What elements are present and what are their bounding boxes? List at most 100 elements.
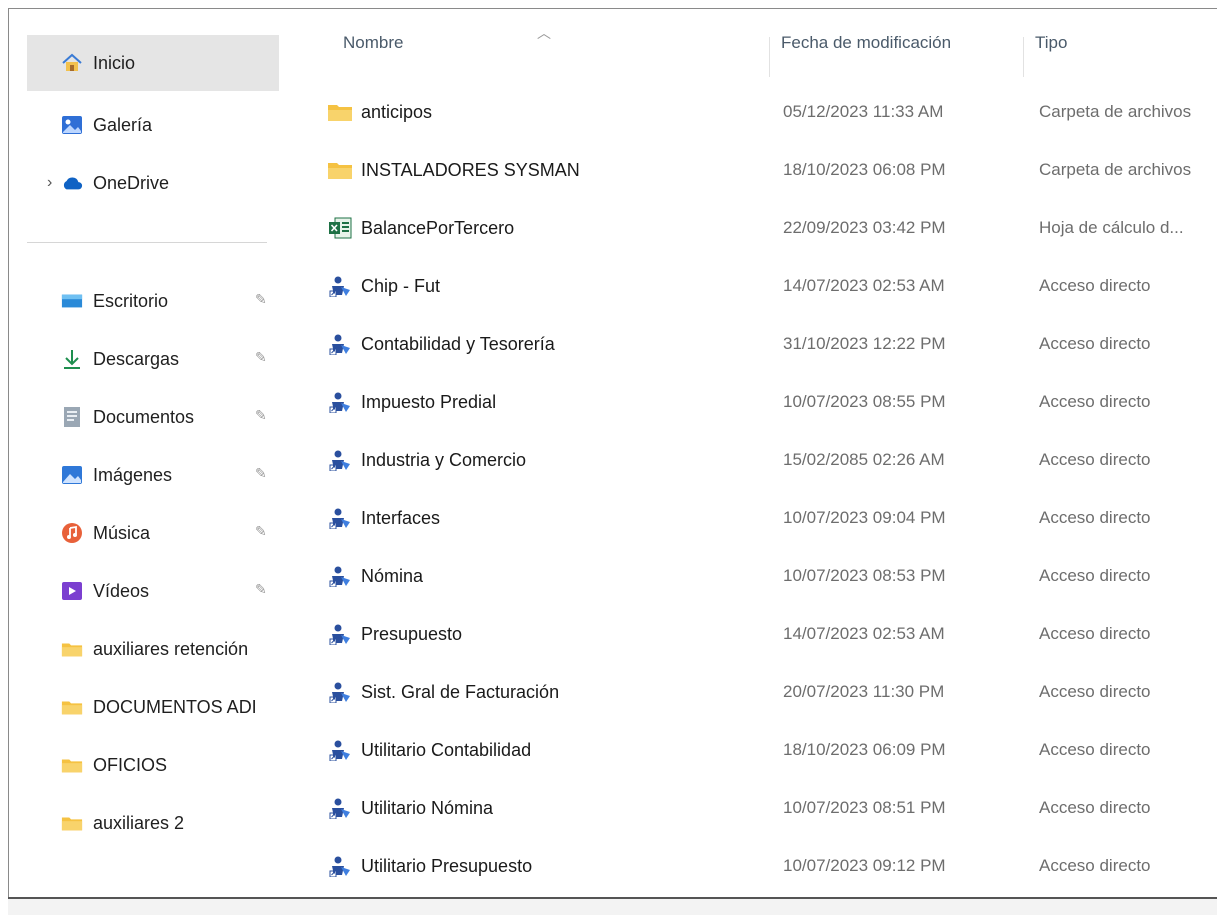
chevron-right-icon[interactable]: › [47,174,52,192]
file-date: 10/07/2023 09:04 PM [783,508,946,527]
file-row[interactable]: Utilitario Presupuesto 10/07/2023 09:12 P… [305,837,1217,895]
nav-item-label: OneDrive [93,172,170,193]
file-type: Carpeta de archivos [1039,102,1192,121]
file-row[interactable]: Utilitario Contabilidad 18/10/2023 06:09 … [305,721,1217,779]
home-icon [61,52,83,74]
nav-item-escritorio[interactable]: Escritorio ✎ [27,273,279,329]
shortcut-app-icon [327,333,353,355]
pin-icon[interactable]: ✎ [255,524,269,538]
file-name: Industria y Comercio [361,449,527,470]
folder-icon [327,101,353,123]
file-type: Acceso directo [1039,624,1151,643]
file-type: Acceso directo [1039,276,1151,295]
file-name-cell[interactable]: Chip - Fut [327,257,440,315]
file-name-cell[interactable]: anticipos [327,83,432,141]
file-name: INSTALADORES SYSMAN [361,159,580,180]
nav-item-label: DOCUMENTOS ADI [93,696,257,717]
nav-item-imagenes[interactable]: Imágenes ✎ [27,447,279,503]
music-icon [61,522,83,544]
file-type: Acceso directo [1039,856,1151,875]
column-header-type[interactable]: Tipo [1035,33,1067,53]
file-name-cell[interactable]: Interfaces [327,489,440,547]
nav-item-label: Escritorio [93,290,169,311]
file-name-cell[interactable]: Utilitario Nómina [327,779,493,837]
file-list: ︿ Nombre Fecha de modificación Tipo anti… [305,9,1217,899]
column-header-name[interactable]: Nombre [343,33,403,53]
file-explorer-window: Inicio Galería › OneDrive Escritorio ✎ D… [8,8,1217,899]
file-date: 18/10/2023 06:08 PM [783,160,946,179]
file-type: Acceso directo [1039,798,1151,817]
shortcut-app-icon [327,275,353,297]
pin-icon[interactable]: ✎ [255,582,269,596]
file-name-cell[interactable]: BalancePorTercero [327,199,514,257]
nav-item-documentos-adi[interactable]: DOCUMENTOS ADI [27,679,279,735]
file-name-cell[interactable]: Presupuesto [327,605,462,663]
file-type: Acceso directo [1039,508,1151,527]
folder-icon [61,696,83,718]
nav-item-onedrive[interactable]: › OneDrive [27,155,279,211]
file-date: 22/09/2023 03:42 PM [783,218,946,237]
nav-item-auxiliares-retencion[interactable]: auxiliares retención [27,621,279,677]
file-date: 05/12/2023 11:33 AM [783,102,944,121]
file-row[interactable]: Nómina 10/07/2023 08:53 PM Acceso directo [305,547,1217,605]
file-row[interactable]: INSTALADORES SYSMAN 18/10/2023 06:08 PM Ca… [305,141,1217,199]
pictures-icon [61,464,83,486]
file-name-cell[interactable]: Industria y Comercio [327,431,526,489]
file-date: 18/10/2023 06:09 PM [783,740,946,759]
nav-item-musica[interactable]: Música ✎ [27,505,279,561]
file-name-cell[interactable]: Utilitario Contabilidad [327,721,531,779]
nav-item-auxiliares-2[interactable]: auxiliares 2 [27,795,279,851]
shortcut-app-icon [327,681,353,703]
nav-item-label: Documentos [93,406,195,427]
file-row[interactable]: Chip - Fut 14/07/2023 02:53 AM Acceso dire… [305,257,1217,315]
file-row[interactable]: Sist. Gral de Facturación 20/07/2023 11:3… [305,663,1217,721]
sidebar-divider [27,242,267,243]
file-name-cell[interactable]: Contabilidad y Tesorería [327,315,555,373]
file-name: Utilitario Nómina [361,797,494,818]
file-row[interactable]: Impuesto Predial 10/07/2023 08:55 PM Acces… [305,373,1217,431]
download-icon [61,348,83,370]
folder-icon [61,638,83,660]
folder-icon [327,159,353,181]
file-name-cell[interactable]: Impuesto Predial [327,373,496,431]
nav-item-videos[interactable]: Vídeos ✎ [27,563,279,619]
file-date: 15/02/2085 02:26 AM [783,450,945,469]
videos-icon [61,580,83,602]
pin-icon[interactable]: ✎ [255,350,269,364]
sort-ascending-icon: ︿ [537,25,551,41]
file-row[interactable]: anticipos 05/12/2023 11:33 AM Carpeta de a… [305,83,1217,141]
file-name-cell[interactable]: Nómina [327,547,423,605]
nav-item-label: Descargas [93,348,180,369]
documents-icon [61,406,83,428]
file-row[interactable]: Presupuesto 14/07/2023 02:53 AM Acceso dir… [305,605,1217,663]
column-header-date[interactable]: Fecha de modificación [781,33,951,53]
status-bar [8,897,1217,915]
excel-icon [327,217,353,239]
pin-icon[interactable]: ✎ [255,292,269,306]
column-separator[interactable] [769,37,770,77]
file-row[interactable]: Utilitario Nómina 10/07/2023 08:51 PM Acce… [305,779,1217,837]
file-row[interactable]: Interfaces 10/07/2023 09:04 PM Acceso dire… [305,489,1217,547]
file-name-cell[interactable]: Utilitario Presupuesto [327,837,532,895]
file-row[interactable]: BalancePorTercero 22/09/2023 03:42 PM Hoja… [305,199,1217,257]
pin-icon[interactable]: ✎ [255,466,269,480]
gallery-icon [61,114,83,136]
file-name: Impuesto Predial [361,391,497,412]
file-name: Presupuesto [361,623,463,644]
file-name: anticipos [361,101,433,122]
pin-icon[interactable]: ✎ [255,408,269,422]
file-row[interactable]: Contabilidad y Tesorería 31/10/2023 12:22… [305,315,1217,373]
navigation-pane: Inicio Galería › OneDrive Escritorio ✎ D… [9,9,289,899]
nav-item-documentos[interactable]: Documentos ✎ [27,389,279,445]
nav-item-inicio[interactable]: Inicio [27,35,279,91]
nav-item-label: auxiliares retención [93,638,249,659]
file-name-cell[interactable]: INSTALADORES SYSMAN [327,141,580,199]
file-row[interactable]: Industria y Comercio 15/02/2085 02:26 AM A… [305,431,1217,489]
nav-item-galeria[interactable]: Galería [27,97,279,153]
file-date: 10/07/2023 08:53 PM [783,566,946,585]
nav-item-descargas[interactable]: Descargas ✎ [27,331,279,387]
file-type: Hoja de cálculo d... [1039,218,1184,237]
file-name-cell[interactable]: Sist. Gral de Facturación [327,663,559,721]
nav-item-oficios[interactable]: OFICIOS [27,737,279,793]
column-separator[interactable] [1023,37,1024,77]
